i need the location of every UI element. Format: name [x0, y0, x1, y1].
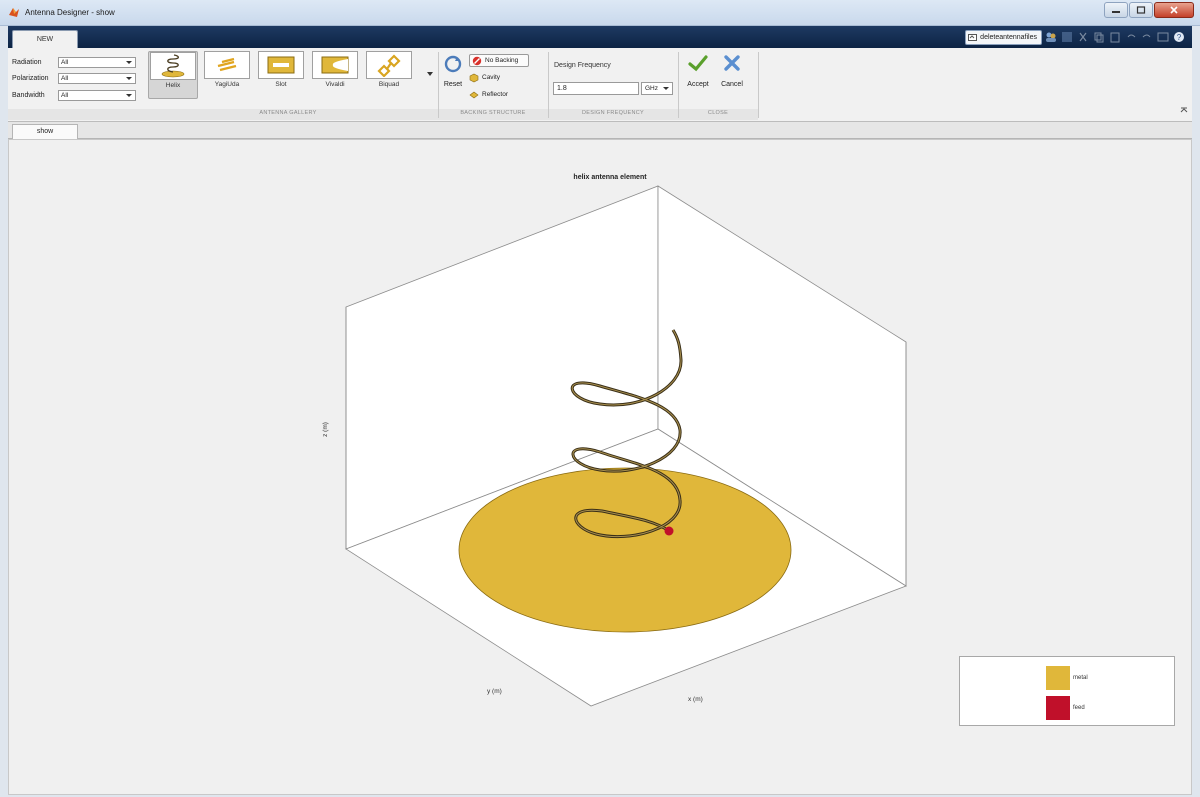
ground-plane-metal: [458, 467, 792, 633]
feed-point: [664, 526, 674, 536]
plot-title: helix antenna element: [573, 174, 647, 181]
legend-label-metal: metal: [1073, 675, 1088, 681]
plot-legend: metal feed: [959, 656, 1175, 726]
legend-entry-feed: feed: [1046, 696, 1085, 720]
legend-entry-metal: metal: [1046, 666, 1088, 690]
legend-swatch-feed: [1046, 696, 1070, 720]
legend-swatch-metal: [1046, 666, 1070, 690]
z-axis-label: z (m): [321, 422, 329, 437]
x-axis-label: x (m): [688, 696, 703, 703]
legend-label-feed: feed: [1073, 705, 1085, 711]
y-axis-label: y (m): [487, 688, 502, 695]
